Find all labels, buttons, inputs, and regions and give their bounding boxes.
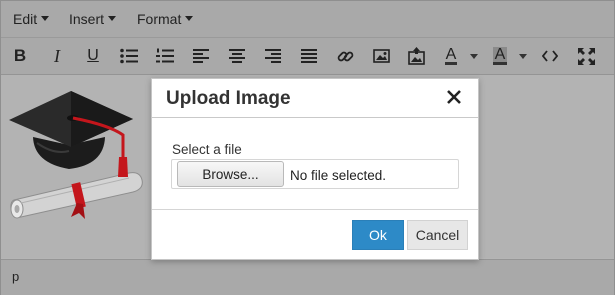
menubar: Edit Insert Format [1,1,614,38]
dialog-title: Upload Image [166,88,291,109]
underline-button[interactable]: U [81,44,105,68]
graduation-image [9,91,143,219]
background-color-dropdown-icon[interactable] [519,54,527,59]
fullscreen-icon [577,47,595,65]
dialog-header: Upload Image [152,79,478,118]
dialog-body: Select a file Browse... No file selected… [152,118,478,208]
chevron-down-icon [108,16,117,21]
text-color-icon: A [444,46,458,65]
bullet-list-icon [120,48,138,64]
text-color-button[interactable]: A [439,44,463,68]
element-path[interactable]: p [12,269,19,284]
link-button[interactable] [333,44,357,68]
source-code-icon [542,50,558,62]
numbered-list-button[interactable] [153,44,177,68]
bold-button[interactable]: B [8,44,32,68]
file-status: No file selected. [290,168,387,183]
align-right-icon [265,49,281,63]
statusbar: p [1,259,614,295]
close-button[interactable] [444,87,464,107]
align-justify-button[interactable] [297,44,321,68]
menu-insert-label: Insert [69,11,105,27]
cancel-button[interactable]: Cancel [407,220,468,250]
align-center-icon [229,49,245,63]
bullet-list-button[interactable] [117,44,141,68]
menu-format[interactable]: Format [137,11,194,27]
menu-edit[interactable]: Edit [13,11,50,27]
menu-edit-label: Edit [13,11,38,27]
source-code-button[interactable] [538,44,562,68]
image-icon [372,49,390,63]
underline-icon: U [87,47,99,64]
upload-image-icon [407,47,425,65]
file-label: Select a file [172,142,242,157]
numbered-list-icon [156,48,174,63]
text-color-dropdown-icon[interactable] [470,54,478,59]
dialog-footer: Ok Cancel [152,209,478,260]
image-button[interactable] [369,44,393,68]
chevron-down-icon [185,16,194,21]
background-color-button[interactable]: A [488,44,512,68]
ok-button[interactable]: Ok [352,220,404,250]
menu-insert[interactable]: Insert [69,11,117,27]
link-icon [337,51,353,61]
diploma-scroll [10,172,143,219]
chevron-down-icon [41,16,50,21]
menu-format-label: Format [137,11,182,27]
align-left-button[interactable] [189,44,213,68]
graduation-cap [9,91,133,177]
browse-button[interactable]: Browse... [177,161,284,187]
align-justify-icon [301,49,317,63]
upload-image-dialog: Upload Image Select a file Browse... No … [151,78,479,260]
italic-button[interactable]: I [45,44,69,68]
upload-image-button[interactable] [404,44,428,68]
close-icon [447,90,461,104]
file-input[interactable]: Browse... No file selected. [171,159,459,189]
fullscreen-button[interactable] [574,44,598,68]
toolbar: B I U A A [1,38,614,75]
background-color-icon: A [492,46,508,65]
align-left-icon [193,49,209,63]
align-right-button[interactable] [261,44,285,68]
align-center-button[interactable] [225,44,249,68]
bold-icon: B [13,46,27,65]
italic-icon: I [54,45,60,66]
